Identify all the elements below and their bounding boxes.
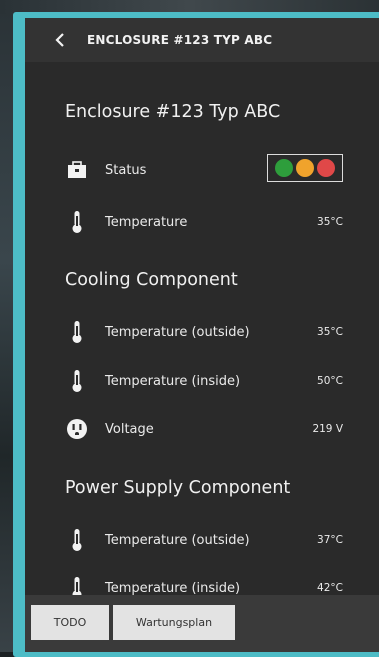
temperature-inside-value: 42°C xyxy=(317,582,343,594)
thermometer-icon xyxy=(65,208,89,236)
thermometer-icon xyxy=(65,318,89,346)
cooling-temp-inside-row: Temperature (inside) 50°C xyxy=(65,367,345,395)
wartungsplan-button[interactable]: Wartungsplan xyxy=(113,605,235,640)
status-row: Status xyxy=(65,154,345,184)
cooling-voltage-row: Voltage 219 V xyxy=(65,415,345,443)
power-temp-outside-row: Temperature (outside) 37°C xyxy=(65,526,345,554)
enclosure-temperature-row: Temperature 35°C xyxy=(65,208,345,236)
status-light-yellow xyxy=(296,159,314,177)
enclosure-title: Enclosure #123 Typ ABC xyxy=(65,102,281,122)
cooling-temp-outside-row: Temperature (outside) 35°C xyxy=(65,318,345,346)
status-indicator xyxy=(267,154,343,182)
header-bar: ENCLOSURE #123 TYP ABC xyxy=(25,18,379,62)
power-supply-title: Power Supply Component xyxy=(65,478,291,498)
bottom-toolbar: TODO Wartungsplan xyxy=(25,595,379,652)
toolbox-icon xyxy=(65,156,89,184)
back-button[interactable] xyxy=(51,31,69,49)
temperature-value: 35°C xyxy=(317,216,343,228)
chevron-left-icon xyxy=(55,33,64,47)
header-title: ENCLOSURE #123 TYP ABC xyxy=(87,33,273,47)
status-label: Status xyxy=(105,162,147,178)
voltage-label: Voltage xyxy=(105,421,154,437)
voltage-value: 219 V xyxy=(312,423,343,435)
thermometer-icon xyxy=(65,526,89,554)
background xyxy=(0,0,14,652)
power-outlet-icon xyxy=(65,415,89,443)
temperature-outside-value: 35°C xyxy=(317,326,343,338)
temperature-inside-value: 50°C xyxy=(317,375,343,387)
temperature-label: Temperature xyxy=(105,214,188,230)
todo-button[interactable]: TODO xyxy=(31,605,109,640)
status-light-green xyxy=(275,159,293,177)
temperature-inside-label: Temperature (inside) xyxy=(105,580,241,596)
temperature-outside-label: Temperature (outside) xyxy=(105,324,250,340)
temperature-outside-value: 37°C xyxy=(317,534,343,546)
thermometer-icon xyxy=(65,367,89,395)
temperature-outside-label: Temperature (outside) xyxy=(105,532,250,548)
cooling-title: Cooling Component xyxy=(65,270,238,290)
enclosure-panel: ENCLOSURE #123 TYP ABC Enclosure #123 Ty… xyxy=(25,18,379,652)
status-light-red xyxy=(317,159,335,177)
temperature-inside-label: Temperature (inside) xyxy=(105,373,241,389)
